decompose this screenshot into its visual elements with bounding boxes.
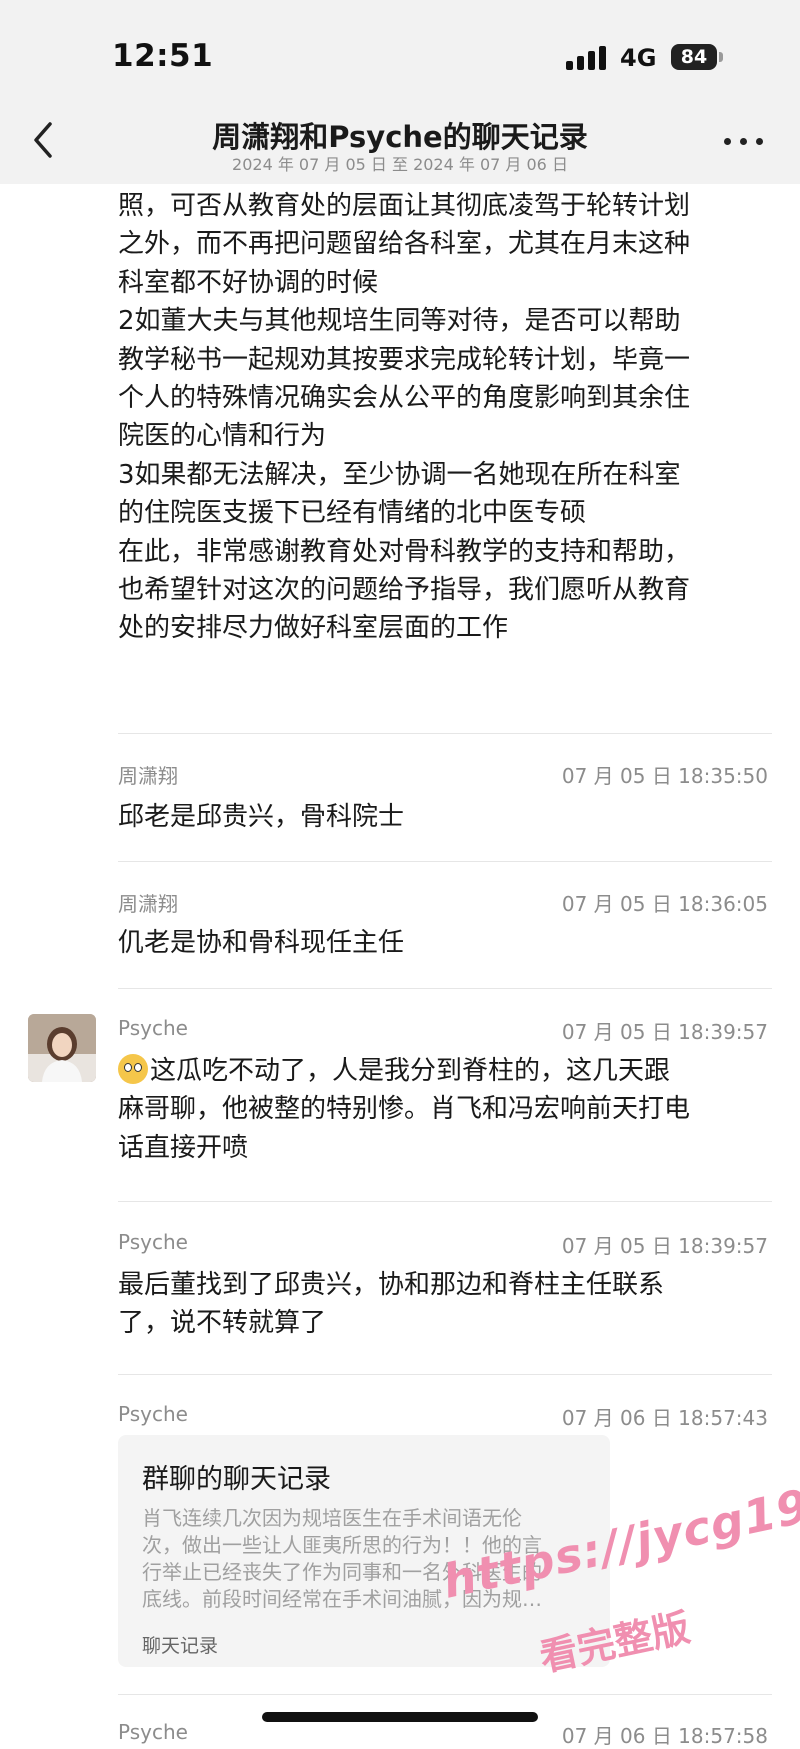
battery-tip	[719, 52, 723, 62]
pleading-face-emoji-icon	[118, 1054, 148, 1084]
more-dot-icon	[756, 138, 763, 145]
page-title: 周潇翔和Psyche的聊天记录	[212, 120, 588, 154]
date-range: 2024 年 07 月 05 日 至 2024 年 07 月 06 日	[232, 155, 568, 174]
message-line: 2如董大夫与其他规培生同等对待，是否可以帮助	[118, 306, 681, 337]
back-button[interactable]	[24, 118, 64, 162]
message-line-text: 这瓜吃不动了，人是我分到脊柱的，这几天跟	[150, 1056, 671, 1086]
divider	[118, 988, 772, 989]
message-line: 仉老是协和骨科现任主任	[118, 928, 405, 958]
sender-name: 周潇翔	[118, 764, 178, 788]
message-time: 07 月 05 日 18:35:50	[561, 764, 768, 788]
message-text[interactable]: 邱老是邱贵兴，骨科院士	[118, 798, 768, 836]
chevron-left-icon	[34, 122, 52, 158]
message-time: 07 月 05 日 18:39:57	[561, 1020, 768, 1044]
message-line: 处的安排尽力做好科室层面的工作	[118, 613, 509, 644]
message-time: 07 月 05 日 18:39:57	[561, 1234, 768, 1258]
more-button[interactable]	[724, 136, 768, 150]
message-text[interactable]: 最后董找到了邱贵兴，协和那边和脊柱主任联系 了，说不转就算了	[118, 1266, 768, 1343]
message-line: 邱老是邱贵兴，骨科院士	[118, 802, 405, 832]
sender-name: Psyche	[118, 1402, 188, 1426]
network-type: 4G	[620, 44, 657, 72]
message-line: 在此，非常感谢教育处对骨科教学的支持和帮助，	[118, 536, 691, 567]
divider	[118, 1201, 772, 1202]
divider	[118, 861, 772, 862]
status-bar: 12:51 4G 84	[0, 0, 800, 100]
person-avatar-icon	[28, 1014, 96, 1082]
message-line: 了，说不转就算了	[118, 1308, 327, 1339]
divider	[118, 733, 772, 734]
message-line: 3如果都无法解决，至少协调一名她现在所在科室	[118, 459, 681, 490]
message-line: 的住院医支援下已经有情绪的北中医专硕	[118, 498, 587, 529]
message-time: 07 月 06 日 18:57:58	[561, 1724, 768, 1748]
message-line: 也希望针对这次的问题给予指导，我们愿听从教育	[118, 575, 691, 606]
message-text[interactable]: 这瓜吃不动了，人是我分到脊柱的，这几天跟 麻哥聊，他被整的特别惨。肖飞和冯宏响前…	[118, 1052, 768, 1167]
battery-icon: 84	[671, 44, 717, 70]
message-line: 话直接开喷	[118, 1132, 249, 1163]
message-line: 照，可否从教育处的层面让其彻底凌驾于轮转计划	[118, 191, 691, 221]
more-dot-icon	[724, 138, 731, 145]
message-line: 麻哥聊，他被整的特别惨。肖飞和冯宏响前天打电	[118, 1094, 691, 1125]
nav-bar: 周潇翔和Psyche的聊天记录 2024 年 07 月 05 日 至 2024 …	[0, 100, 800, 184]
sender-name: 周潇翔	[118, 892, 178, 916]
sender-name: Psyche	[118, 1230, 188, 1254]
divider	[118, 1694, 772, 1695]
message-line: 最后董找到了邱贵兴，协和那边和脊柱主任联系	[118, 1270, 665, 1300]
message-text: 照，可否从教育处的层面让其彻底凌驾于轮转计划 之外，而不再把问题留给各科室，尤其…	[118, 187, 768, 648]
status-time: 12:51	[112, 38, 214, 74]
more-dot-icon	[740, 138, 747, 145]
card-footer: 聊天记录	[142, 1635, 219, 1657]
sender-name: Psyche	[118, 1016, 188, 1040]
signal-icon	[566, 46, 608, 70]
divider	[118, 1374, 772, 1375]
message-line: 科室都不好协调的时候	[118, 267, 379, 298]
message-time: 07 月 05 日 18:36:05	[561, 892, 768, 916]
message-line: 之外，而不再把问题留给各科室，尤其在月末这种	[118, 229, 691, 260]
sender-name: Psyche	[118, 1720, 188, 1744]
message-line: 个人的特殊情况确实会从公平的角度影响到其余住	[118, 383, 691, 414]
card-title: 群聊的聊天记录	[142, 1464, 331, 1495]
card-preview-line: 肖飞连续几次因为规培医生在手术间语无伦	[142, 1506, 522, 1530]
message-line: 院医的心情和行为	[118, 421, 327, 452]
avatar[interactable]	[28, 1014, 96, 1082]
message-text[interactable]: 仉老是协和骨科现任主任	[118, 924, 768, 962]
message-line: 教学秘书一起规劝其按要求完成轮转计划，毕竟一	[118, 344, 691, 375]
message-line: 这瓜吃不动了，人是我分到脊柱的，这几天跟	[118, 1052, 768, 1090]
home-indicator[interactable]	[262, 1712, 538, 1722]
message-time: 07 月 06 日 18:57:43	[561, 1406, 768, 1430]
